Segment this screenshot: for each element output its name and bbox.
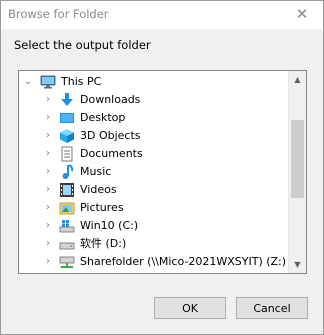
tree-item-videos[interactable]: › Videos (19, 181, 291, 199)
tree-item-downloads[interactable]: › Downloads (19, 91, 291, 109)
downloads-icon (59, 92, 75, 108)
chevron-right-icon[interactable]: › (43, 145, 53, 163)
tree-item-label: Music (80, 165, 112, 178)
chevron-down-icon[interactable]: ⌄ (23, 73, 33, 91)
chevron-right-icon[interactable]: › (43, 199, 53, 217)
chevron-right-icon[interactable]: › (43, 91, 53, 109)
tree-item-label: 软件 (D:) (80, 237, 127, 250)
computer-icon (40, 74, 56, 90)
music-icon (59, 164, 75, 180)
chevron-right-icon[interactable]: › (43, 109, 53, 127)
chevron-right-icon[interactable]: › (43, 127, 53, 145)
drive-icon (59, 236, 75, 252)
browse-for-folder-dialog: Browse for Folder ✕ Select the output fo… (0, 0, 324, 335)
tree-item-documents[interactable]: › Documents (19, 145, 291, 163)
title-bar: Browse for Folder ✕ (1, 1, 323, 29)
chevron-right-icon[interactable]: › (43, 235, 53, 253)
tree-item-label: Videos (80, 183, 117, 196)
network-drive-icon (59, 254, 75, 270)
documents-icon (59, 146, 75, 162)
desktop-icon (59, 110, 75, 126)
tree-item-label: Documents (80, 147, 143, 160)
chevron-right-icon[interactable]: › (43, 181, 53, 199)
tree-item-label: 3D Objects (80, 129, 141, 142)
3d-objects-icon (59, 128, 75, 144)
ok-button[interactable]: OK (154, 297, 226, 319)
tree-item-3d-objects[interactable]: › 3D Objects (19, 127, 291, 145)
tree-item-software-d[interactable]: › 软件 (D:) (19, 235, 291, 253)
tree-item-label: Desktop (80, 111, 126, 124)
scroll-up-icon[interactable]: ▲ (289, 71, 306, 88)
tree-item-label: Sharefolder (\\Mico-2021WXSYIT) (Z:) (80, 255, 287, 268)
chevron-right-icon[interactable]: › (43, 217, 53, 235)
instruction-text: Select the output folder (14, 38, 151, 52)
tree-item-label: Pictures (80, 201, 124, 214)
videos-icon (59, 182, 75, 198)
folder-tree[interactable]: ⌄ This PC › Downloads › Desktop › 3D Obj… (18, 70, 307, 274)
windows-drive-icon (59, 218, 75, 234)
scroll-down-icon[interactable]: ▼ (289, 256, 306, 273)
tree-item-sharefolder-z[interactable]: › Sharefolder (\\Mico-2021WXSYIT) (Z:) (19, 253, 291, 271)
tree-item-label: Downloads (80, 93, 141, 106)
tree-item-label: Win10 (C:) (80, 219, 139, 232)
tree-item-music[interactable]: › Music (19, 163, 291, 181)
tree-item-label: This PC (61, 75, 102, 88)
tree-item-pictures[interactable]: › Pictures (19, 199, 291, 217)
scroll-thumb[interactable] (291, 119, 304, 198)
window-title: Browse for Folder (8, 7, 109, 21)
chevron-right-icon[interactable]: › (43, 253, 53, 271)
tree-item-desktop[interactable]: › Desktop (19, 109, 291, 127)
tree-item-this-pc[interactable]: ⌄ This PC (19, 73, 291, 91)
close-icon[interactable]: ✕ (291, 3, 313, 25)
chevron-right-icon[interactable]: › (43, 163, 53, 181)
pictures-icon (59, 200, 75, 216)
vertical-scrollbar[interactable]: ▲ ▼ (288, 71, 306, 273)
cancel-button[interactable]: Cancel (236, 297, 308, 319)
tree-item-win10-c[interactable]: › Win10 (C:) (19, 217, 291, 235)
